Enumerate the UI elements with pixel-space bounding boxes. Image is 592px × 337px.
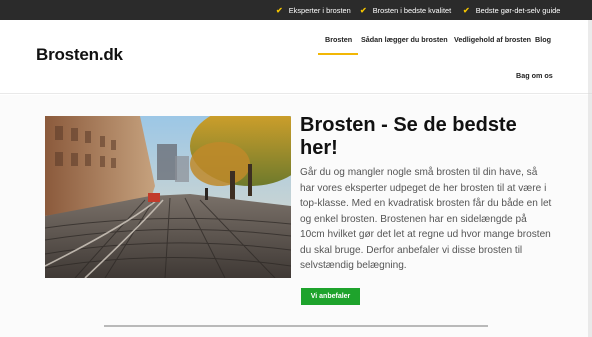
check-icon: ✔: [360, 5, 367, 15]
nav-item-saadan-laegger[interactable]: Sådan lægger du brosten: [361, 35, 448, 44]
nav-item-brosten[interactable]: Brosten: [317, 35, 359, 55]
site-header: Brosten.dk Brosten Sådan lægger du brost…: [0, 20, 592, 94]
main-content: Brosten - Se de bedste her! Går du og ma…: [0, 95, 592, 337]
usp-label: Eksperter i brosten: [288, 5, 351, 15]
usp-item: ✔ Brosten i bedste kvalitet: [360, 0, 451, 20]
nav-item-vedligehold[interactable]: Vedligehold af brosten: [454, 35, 531, 44]
check-icon: ✔: [463, 5, 470, 15]
hero-image: [45, 116, 291, 278]
usp-item: ✔ Bedste gør-det-selv guide: [463, 0, 560, 20]
top-bar: ✔ Eksperter i brosten ✔ Brosten i bedste…: [0, 0, 592, 20]
nav-item-blog[interactable]: Blog: [535, 35, 551, 44]
usp-item: ✔ Eksperter i brosten: [276, 0, 351, 20]
usp-label: Bedste gør-det-selv guide: [475, 5, 561, 15]
recommend-button[interactable]: Vi anbefaler: [301, 288, 360, 305]
usp-label: Brosten i bedste kvalitet: [372, 5, 452, 15]
hero-title: Brosten - Se de bedste her!: [300, 114, 517, 159]
page-edge: [588, 20, 592, 337]
check-icon: ✔: [276, 5, 283, 15]
nav-item-bag-om-os[interactable]: Bag om os: [516, 71, 553, 80]
cobblestone-street-photo: [45, 116, 291, 278]
site-logo[interactable]: Brosten.dk: [36, 45, 123, 65]
section-divider: [104, 325, 488, 327]
hero-description: Går du og mangler nogle små brosten til …: [300, 167, 552, 271]
